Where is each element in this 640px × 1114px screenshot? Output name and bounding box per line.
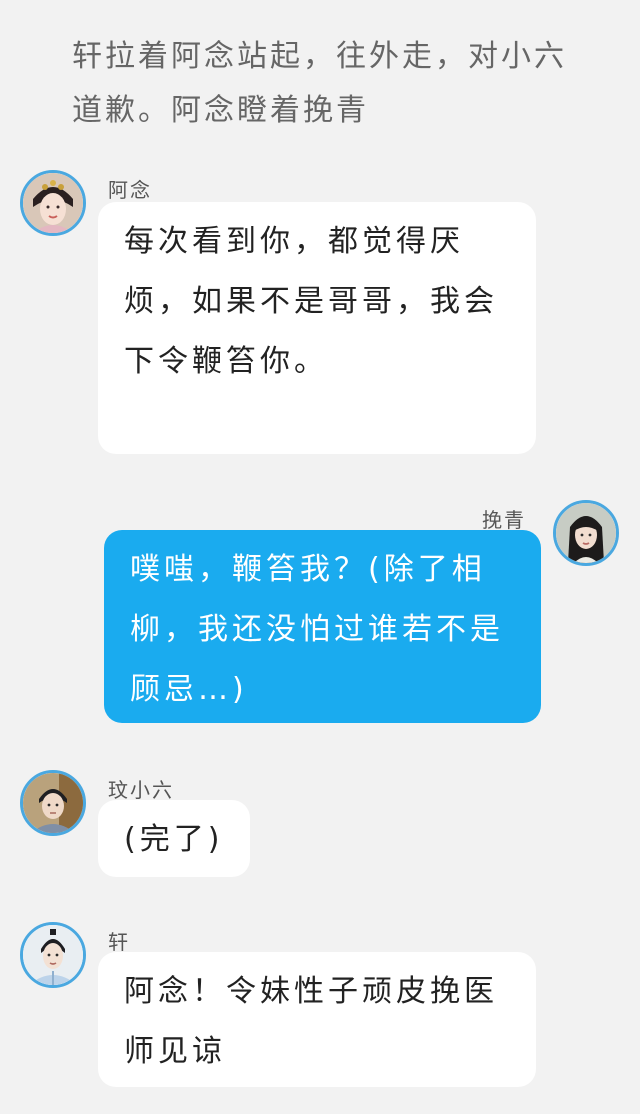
young-man-avatar[interactable] — [20, 770, 86, 836]
sender-name: 轩 — [108, 930, 130, 954]
sender-name: 玟小六 — [108, 778, 174, 802]
sender-name: 挽青 — [482, 508, 526, 532]
message-bubble[interactable]: 每次看到你，都觉得厌烦，如果不是哥哥，我会下令鞭笞你。 — [98, 202, 536, 454]
sender-name: 阿念 — [108, 178, 152, 202]
message-bubble[interactable]: (完了) — [98, 800, 250, 877]
man-light-robe-avatar[interactable] — [20, 922, 86, 988]
message-bubble[interactable]: 阿念！令妹性子顽皮挽医师见谅 — [98, 952, 536, 1087]
woman-headdress-avatar[interactable] — [20, 170, 86, 236]
woman-long-hair-avatar[interactable] — [553, 500, 619, 566]
narration-text: 轩拉着阿念站起，往外走，对小六道歉。阿念瞪着挽青 — [72, 39, 567, 128]
message-bubble[interactable]: 噗嗤，鞭笞我？(除了相柳，我还没怕过谁若不是顾忌…) — [104, 530, 541, 723]
